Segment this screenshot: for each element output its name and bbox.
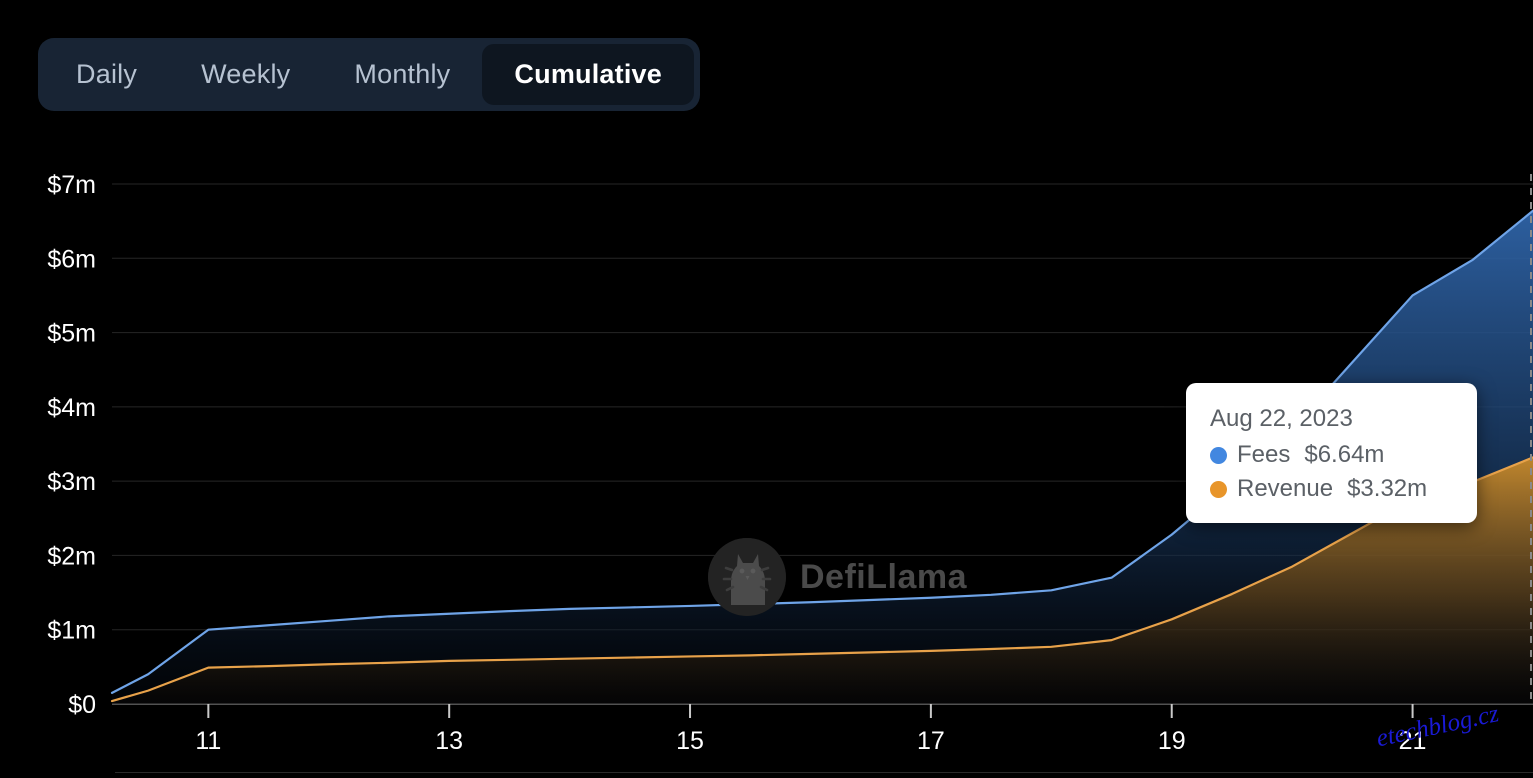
svg-text:13: 13: [435, 727, 463, 755]
x-axis-ticks: [207, 704, 1414, 718]
tab-monthly[interactable]: Monthly: [322, 44, 482, 105]
revenue-color-dot: [1210, 480, 1227, 498]
svg-text:$4m: $4m: [47, 394, 96, 422]
svg-text:$7m: $7m: [47, 171, 96, 199]
svg-text:15: 15: [676, 727, 704, 755]
tooltip-revenue-label: Revenue: [1237, 475, 1334, 502]
tooltip-row-fees: Fees $6.64m: [1210, 441, 1453, 469]
svg-text:17: 17: [917, 727, 945, 755]
tab-weekly-label: Weekly: [201, 59, 291, 89]
svg-text:19: 19: [1158, 727, 1186, 755]
tab-cumulative[interactable]: Cumulative: [482, 44, 694, 105]
tab-cumulative-label: Cumulative: [514, 59, 662, 89]
svg-text:21: 21: [1399, 727, 1427, 755]
tab-daily[interactable]: Daily: [44, 44, 169, 105]
x-axis-labels: 11 13 15 17 19 21: [195, 727, 1426, 755]
svg-text:$5m: $5m: [47, 320, 96, 348]
tab-daily-label: Daily: [76, 59, 138, 89]
tooltip-fees-label: Fees: [1237, 441, 1291, 468]
chart-tooltip: Aug 22, 2023 Fees $6.64m Revenue $3.32m: [1186, 383, 1477, 523]
timeframe-tab-bar: Daily Weekly Monthly Cumulative: [38, 38, 700, 111]
tooltip-date: Aug 22, 2023: [1210, 405, 1353, 432]
svg-text:$6m: $6m: [47, 245, 96, 273]
tooltip-row-revenue: Revenue $3.32m: [1210, 475, 1453, 503]
svg-text:$0: $0: [68, 691, 96, 719]
svg-text:11: 11: [195, 727, 221, 755]
tab-monthly-label: Monthly: [354, 59, 451, 89]
svg-text:$1m: $1m: [47, 617, 96, 645]
tooltip-revenue-value: $3.32m: [1347, 475, 1428, 502]
tab-weekly[interactable]: Weekly: [169, 44, 322, 105]
bottom-divider: [115, 772, 1533, 773]
tooltip-fees-value: $6.64m: [1304, 441, 1385, 468]
chart-page: Daily Weekly Monthly Cumulative $0 $1m $…: [0, 0, 1533, 778]
svg-text:$2m: $2m: [47, 542, 96, 570]
fees-color-dot: [1210, 446, 1227, 464]
svg-text:$3m: $3m: [47, 468, 96, 496]
y-axis-labels: $0 $1m $2m $3m $4m $5m $6m $7m: [47, 171, 96, 719]
